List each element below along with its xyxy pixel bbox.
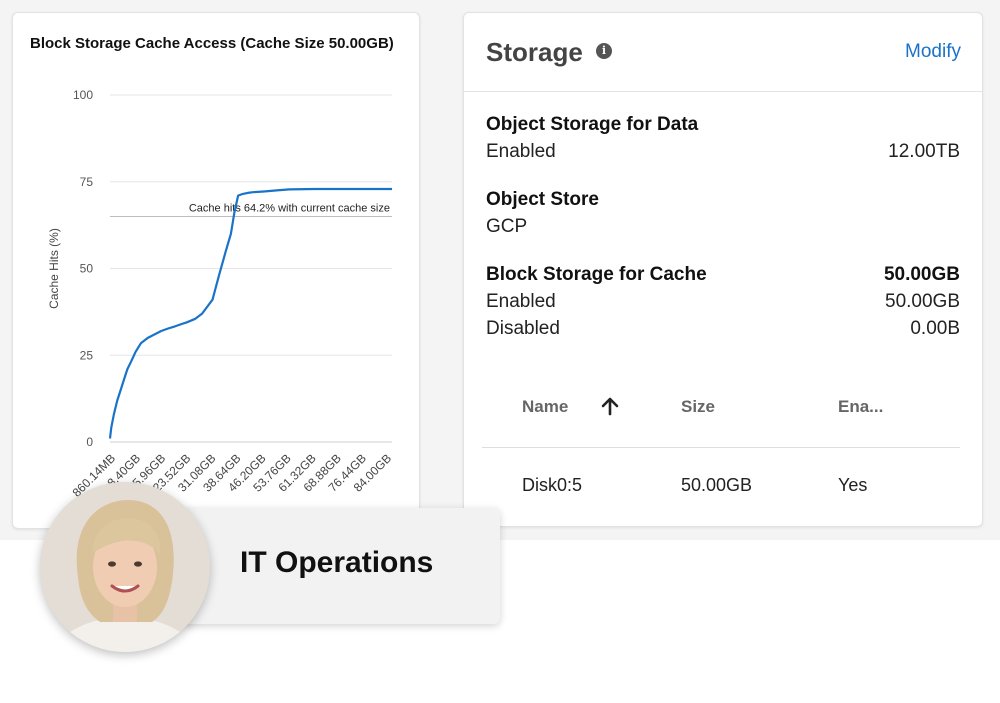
object-storage-label: Object Storage for Data — [486, 114, 699, 135]
storage-header: Storage i Modify — [464, 13, 982, 92]
block-storage-label: Block Storage for Cache — [486, 264, 707, 285]
annotation-label: Cache hits 64.2% with current cache size — [189, 202, 390, 214]
y-axis-label: Cache Hits (%) — [47, 228, 61, 309]
persona-card: IT Operations — [180, 508, 500, 624]
disk-name-cell[interactable]: Disk0:5 — [522, 475, 582, 496]
column-header-enabled[interactable]: Ena... — [838, 397, 883, 417]
storage-card: Storage i Modify Object Storage for Data… — [463, 12, 983, 527]
object-storage-status: Enabled — [486, 141, 556, 162]
info-icon[interactable]: i — [596, 43, 612, 59]
chart-title: Block Storage Cache Access (Cache Size 5… — [30, 35, 394, 52]
block-disabled-value: 0.00B — [910, 318, 960, 339]
block-enabled-label: Enabled — [486, 291, 556, 312]
object-storage-size: 12.00TB — [888, 141, 960, 162]
column-header-size[interactable]: Size — [681, 397, 715, 417]
cache-access-chart: 0 25 50 75 100 Cache Hits (%) Cache hits 64.2%… — [47, 88, 394, 500]
avatar — [40, 482, 210, 652]
object-store-label: Object Store — [486, 189, 599, 210]
object-store-value: GCP — [486, 216, 528, 237]
cache-access-chart-card: 0 25 50 75 100 Cache Hits (%) Cache hits 64.2%… — [12, 12, 420, 529]
storage-title: Storage — [486, 37, 583, 67]
series-line — [108, 187, 392, 439]
persona-label: IT Operations — [240, 546, 434, 579]
arrow-up-icon[interactable] — [599, 395, 621, 417]
disk-size-cell: 50.00GB — [681, 475, 753, 495]
column-header-name[interactable]: Name — [522, 397, 568, 417]
y-tick-label: 100 — [73, 88, 93, 102]
y-tick-label: 75 — [80, 175, 94, 189]
block-disabled-label: Disabled — [486, 318, 560, 339]
y-tick-label: 0 — [86, 435, 93, 449]
y-tick-label: 50 — [80, 262, 94, 276]
avatar-illustration — [40, 482, 210, 652]
disk-enabled-cell: Yes — [838, 475, 868, 495]
block-storage-total: 50.00GB — [883, 264, 960, 285]
y-tick-label: 25 — [80, 348, 94, 362]
disk-table-header: Name Size Ena... — [482, 391, 960, 448]
modify-link[interactable]: Modify — [905, 41, 961, 63]
block-enabled-value: 50.00GB — [885, 291, 960, 312]
